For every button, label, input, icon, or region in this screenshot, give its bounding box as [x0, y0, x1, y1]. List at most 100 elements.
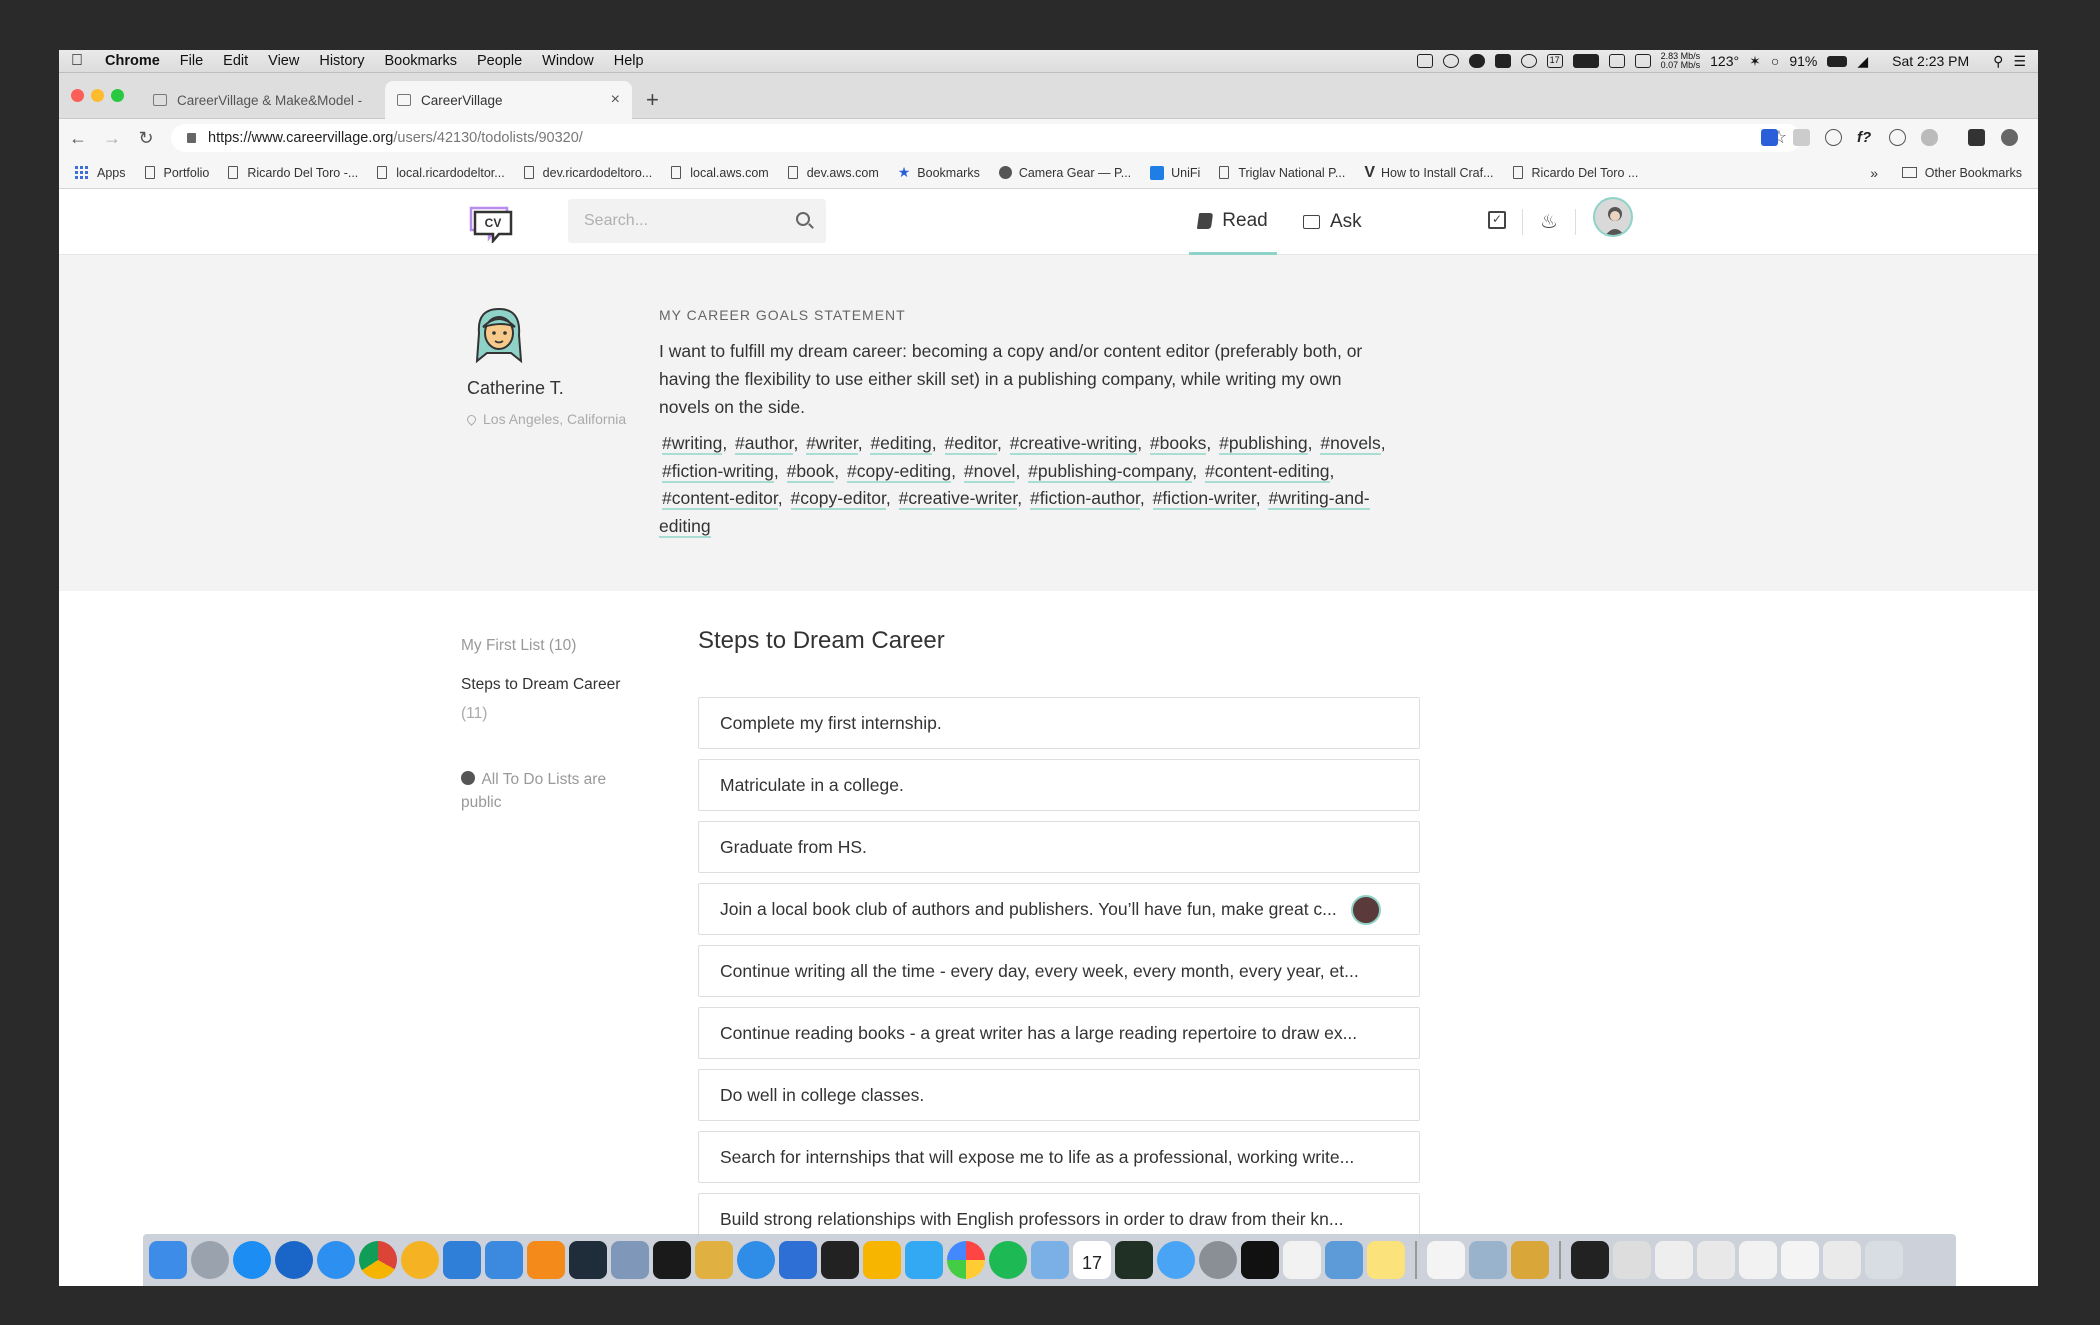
minimized-window-icon[interactable] — [1781, 1241, 1819, 1279]
menu-file[interactable]: File — [170, 53, 213, 69]
app-store-icon[interactable] — [233, 1241, 271, 1279]
tag-link[interactable]: #fiction-author — [1029, 488, 1140, 510]
onepassword-icon[interactable] — [1520, 54, 1537, 68]
dropbox-icon[interactable] — [1416, 54, 1433, 68]
profile-avatar[interactable] — [469, 303, 531, 365]
mail-icon[interactable] — [1031, 1241, 1069, 1279]
back-button[interactable]: ← — [63, 128, 93, 149]
contributor-avatar[interactable] — [1351, 895, 1381, 925]
system-preferences-icon[interactable] — [1199, 1241, 1237, 1279]
safari-icon[interactable] — [317, 1241, 355, 1279]
sidebar-item-my-first-list[interactable]: My First List (10) — [461, 631, 631, 660]
pineapple-icon[interactable] — [1511, 1241, 1549, 1279]
activity-monitor-icon[interactable] — [1572, 54, 1599, 68]
sketch-icon[interactable] — [863, 1241, 901, 1279]
launchpad-icon[interactable] — [191, 1241, 229, 1279]
extension-bookmark-icon[interactable] — [1761, 129, 1778, 146]
todo-checkbox-icon[interactable]: ✓ — [1488, 211, 1506, 229]
bell-icon[interactable]: ♨ — [1540, 209, 1558, 234]
tag-link[interactable]: #copy-editing — [847, 460, 952, 483]
tag-link[interactable]: #creative-writing — [1009, 433, 1138, 455]
bookmark-local-ricardo[interactable]: local.ricardodeltor... — [377, 166, 505, 180]
tab-careervillage[interactable]: CareerVillage × — [385, 81, 632, 119]
sidebar-item-steps-to-dream-career[interactable]: Steps to Dream Career (11) — [461, 670, 631, 728]
tag-link[interactable]: #copy-editor — [790, 488, 886, 510]
cloud-app-icon[interactable] — [1325, 1241, 1363, 1279]
tag-link[interactable]: #fiction-writing — [662, 460, 774, 483]
lock-icon[interactable] — [187, 133, 196, 143]
spotify-icon[interactable] — [989, 1241, 1027, 1279]
bookmark-dev-ricardo[interactable]: dev.ricardodeltoro... — [523, 166, 652, 180]
forward-button[interactable]: → — [97, 128, 127, 149]
messages-icon[interactable] — [1157, 1241, 1195, 1279]
todo-item[interactable]: Join a local book club of authors and pu… — [698, 883, 1420, 935]
tag-link[interactable]: #publishing — [1219, 433, 1308, 455]
tag-link[interactable]: #writer — [806, 433, 858, 455]
todo-item[interactable]: Search for internships that will expose … — [698, 1131, 1420, 1183]
clock[interactable]: Sat 2:23 PM — [1892, 53, 1969, 69]
menu-history[interactable]: History — [309, 53, 374, 69]
sublime-text-icon[interactable] — [527, 1241, 565, 1279]
bookmark-triglav[interactable]: Triglav National P... — [1219, 166, 1345, 180]
search-input[interactable] — [584, 212, 784, 230]
menu-view[interactable]: View — [258, 53, 309, 69]
extension-cloud-icon[interactable] — [1921, 129, 1938, 146]
app-status-icon[interactable] — [1494, 54, 1511, 68]
battery-icon[interactable] — [1827, 55, 1848, 67]
zoom-window-button[interactable] — [111, 89, 124, 102]
bookmarks-overflow-button[interactable]: » — [1870, 165, 1878, 181]
close-window-button[interactable] — [71, 89, 84, 102]
minimized-window-icon[interactable] — [1823, 1241, 1861, 1279]
reload-button[interactable]: ↻ — [131, 128, 161, 149]
search-icon[interactable] — [796, 212, 810, 226]
todo-item[interactable]: Continue writing all the time - every da… — [698, 945, 1420, 997]
terminal-icon[interactable] — [653, 1241, 691, 1279]
tag-link[interactable]: #content-editing — [1205, 460, 1330, 483]
notes-icon[interactable] — [1367, 1241, 1405, 1279]
other-bookmarks[interactable]: Other Bookmarks — [1901, 166, 2022, 180]
menu-people[interactable]: People — [467, 53, 532, 69]
bookmark-camera-gear[interactable]: Camera Gear — P... — [998, 166, 1131, 180]
prompt-icon[interactable] — [569, 1241, 607, 1279]
todo-item[interactable]: Continue reading books - a great writer … — [698, 1007, 1420, 1059]
profile-avatar-icon[interactable] — [1968, 129, 1985, 146]
minimized-window-icon[interactable] — [1697, 1241, 1735, 1279]
chrome-canary-icon[interactable] — [401, 1241, 439, 1279]
tag-link[interactable]: #creative-writer — [898, 488, 1018, 510]
bookmark-dev-aws[interactable]: dev.aws.com — [787, 166, 879, 180]
onepassword-icon[interactable] — [275, 1241, 313, 1279]
gem-icon[interactable] — [905, 1241, 943, 1279]
tag-link[interactable]: #fiction-writer — [1152, 488, 1256, 510]
bookmark-ricardo-2[interactable]: Ricardo Del Toro ... — [1512, 166, 1638, 180]
tag-link[interactable]: #novel — [963, 460, 1016, 483]
minimized-window-icon[interactable] — [1655, 1241, 1693, 1279]
todo-item[interactable]: Complete my first internship. — [698, 697, 1420, 749]
tag-link[interactable]: #novels — [1320, 433, 1381, 455]
todo-item[interactable]: Matriculate in a college. — [698, 759, 1420, 811]
folder-app-icon[interactable] — [485, 1241, 523, 1279]
testflight-icon[interactable] — [779, 1241, 817, 1279]
minimized-window-icon[interactable] — [1571, 1241, 1609, 1279]
spotlight-icon[interactable]: ⚲ — [1993, 53, 2003, 70]
bookmark-install-craft[interactable]: V How to Install Craf... — [1364, 164, 1493, 182]
user-avatar[interactable] — [1593, 197, 1633, 237]
apple-icon[interactable]:  — [59, 52, 95, 70]
minimized-window-icon[interactable] — [1613, 1241, 1651, 1279]
site-search[interactable] — [568, 199, 826, 243]
minimized-window-icon[interactable] — [1739, 1241, 1777, 1279]
tag-link[interactable]: #editing — [870, 433, 932, 455]
tag-link[interactable]: #book — [786, 460, 835, 483]
cpu-icon[interactable] — [1608, 54, 1625, 68]
bluetooth-icon[interactable]: ✶ — [1749, 53, 1761, 70]
bookmark-ricardo-1[interactable]: Ricardo Del Toro -... — [228, 166, 358, 180]
new-tab-button[interactable]: + — [646, 87, 659, 113]
textedit-icon[interactable] — [1427, 1241, 1465, 1279]
network-icon[interactable] — [737, 1241, 775, 1279]
close-tab-icon[interactable]: × — [611, 91, 620, 109]
chrome-icon[interactable] — [359, 1241, 397, 1279]
scrivener-icon[interactable] — [1283, 1241, 1321, 1279]
tag-link[interactable]: #writing — [662, 433, 723, 455]
tag-link[interactable]: #editor — [944, 433, 998, 455]
volume-icon[interactable]: ◢ — [1857, 53, 1868, 70]
bookmark-portfolio[interactable]: Portfolio — [144, 166, 209, 180]
